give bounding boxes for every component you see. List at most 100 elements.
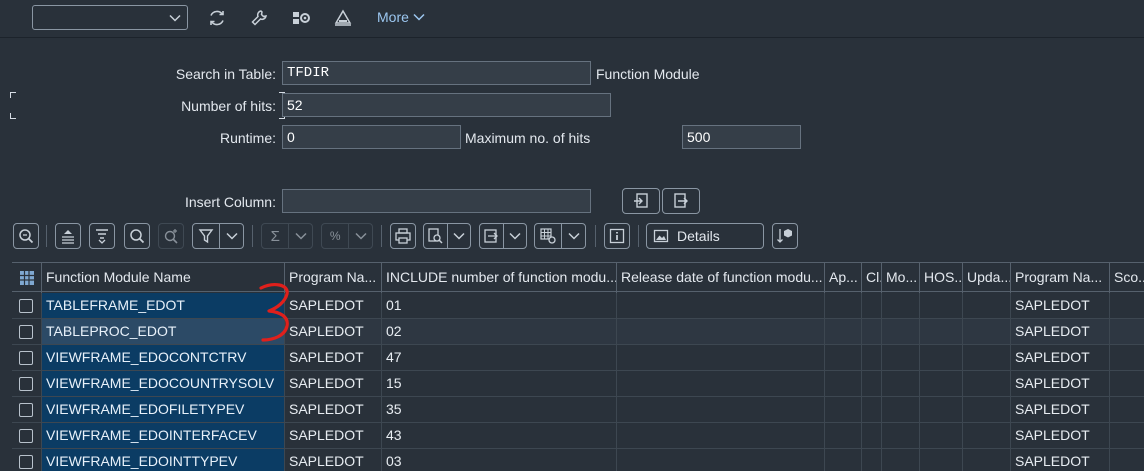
table-row[interactable]: VIEWFRAME_EDOINTERFACEV SAPLEDOT 43 SAPLEDO… bbox=[12, 423, 1144, 449]
cell-empty[interactable] bbox=[825, 371, 862, 397]
cell-empty[interactable] bbox=[1110, 449, 1144, 471]
cell-incl[interactable]: 02 bbox=[382, 319, 617, 345]
cell-empty[interactable] bbox=[862, 397, 882, 423]
sort-descending-button[interactable] bbox=[89, 223, 115, 249]
col-program-name[interactable]: Program Na... bbox=[285, 263, 382, 293]
cell-name[interactable]: TABLEFRAME_EDOT bbox=[42, 293, 285, 319]
table-row[interactable]: VIEWFRAME_EDOFILETYPEV SAPLEDOT 35 SAPLEDOT bbox=[12, 397, 1144, 423]
row-checkbox[interactable] bbox=[19, 429, 33, 443]
cell-prog[interactable]: SAPLEDOT bbox=[285, 371, 382, 397]
variant-select[interactable] bbox=[32, 5, 188, 30]
cell-empty[interactable] bbox=[963, 319, 1011, 345]
cell-empty[interactable] bbox=[1110, 319, 1144, 345]
cell-empty[interactable] bbox=[882, 319, 920, 345]
col-sco[interactable]: Sco... bbox=[1110, 263, 1144, 293]
cell-empty[interactable] bbox=[825, 449, 862, 471]
cell-empty[interactable] bbox=[1110, 423, 1144, 449]
cell-incl[interactable]: 35 bbox=[382, 397, 617, 423]
cell-empty[interactable] bbox=[825, 397, 862, 423]
cell-prog2[interactable]: SAPLEDOT bbox=[1011, 397, 1110, 423]
row-select-cell[interactable] bbox=[12, 345, 42, 371]
cell-empty[interactable] bbox=[617, 423, 825, 449]
col-function-module-name[interactable]: Function Module Name bbox=[42, 263, 285, 293]
cell-empty[interactable] bbox=[862, 293, 882, 319]
cell-prog[interactable]: SAPLEDOT bbox=[285, 423, 382, 449]
col-include-number[interactable]: INCLUDE number of function modu... bbox=[382, 263, 617, 293]
cell-prog[interactable]: SAPLEDOT bbox=[285, 345, 382, 371]
sort-cube-button[interactable] bbox=[772, 223, 798, 249]
row-select-cell[interactable] bbox=[12, 449, 42, 471]
cell-prog2[interactable]: SAPLEDOT bbox=[1011, 423, 1110, 449]
table-row[interactable]: VIEWFRAME_EDOCOUNTRYSOLV SAPLEDOT 15 SAPLED… bbox=[12, 371, 1144, 397]
cell-incl[interactable]: 15 bbox=[382, 371, 617, 397]
cell-name[interactable]: TABLEPROC_EDOT bbox=[42, 319, 285, 345]
cell-name[interactable]: VIEWFRAME_EDOINTERFACEV bbox=[42, 423, 285, 449]
cell-empty[interactable] bbox=[862, 371, 882, 397]
cell-empty[interactable] bbox=[963, 423, 1011, 449]
cell-empty[interactable] bbox=[825, 423, 862, 449]
col-upda[interactable]: Upda... bbox=[963, 263, 1011, 293]
col-cl[interactable]: Cl... bbox=[862, 263, 882, 293]
row-select-cell[interactable] bbox=[12, 423, 42, 449]
details-button[interactable]: Details bbox=[646, 223, 764, 249]
table-row[interactable]: VIEWFRAME_EDOINTTYPEV SAPLEDOT 03 SAPLEDOT bbox=[12, 449, 1144, 471]
row-checkbox[interactable] bbox=[19, 455, 33, 469]
col-program-name-2[interactable]: Program Na... bbox=[1011, 263, 1110, 293]
cell-empty[interactable] bbox=[1110, 345, 1144, 371]
zoom-button[interactable] bbox=[13, 223, 39, 249]
row-select-cell[interactable] bbox=[12, 319, 42, 345]
cell-empty[interactable] bbox=[1110, 397, 1144, 423]
subtotal-button[interactable]: % bbox=[321, 223, 373, 249]
cell-empty[interactable] bbox=[920, 397, 963, 423]
cell-empty[interactable] bbox=[862, 319, 882, 345]
cell-empty[interactable] bbox=[882, 423, 920, 449]
cell-prog2[interactable]: SAPLEDOT bbox=[1011, 345, 1110, 371]
sum-button[interactable]: Σ bbox=[261, 223, 313, 249]
cell-empty[interactable] bbox=[617, 371, 825, 397]
export-button[interactable] bbox=[479, 223, 527, 249]
find-next-button[interactable] bbox=[158, 223, 184, 249]
table-row[interactable]: TABLEFRAME_EDOT SAPLEDOT 01 SAPLEDOT bbox=[12, 293, 1144, 319]
cell-empty[interactable] bbox=[963, 449, 1011, 471]
wrench-icon[interactable] bbox=[248, 7, 270, 29]
filter-button[interactable] bbox=[192, 223, 244, 249]
cell-incl[interactable]: 47 bbox=[382, 345, 617, 371]
cell-empty[interactable] bbox=[920, 449, 963, 471]
cell-name[interactable]: VIEWFRAME_EDOCOUNTRYSOLV bbox=[42, 371, 285, 397]
row-checkbox[interactable] bbox=[19, 403, 33, 417]
cell-empty[interactable] bbox=[617, 345, 825, 371]
row-checkbox[interactable] bbox=[19, 351, 33, 365]
cell-empty[interactable] bbox=[920, 371, 963, 397]
cell-empty[interactable] bbox=[617, 449, 825, 471]
cell-empty[interactable] bbox=[963, 293, 1011, 319]
cell-empty[interactable] bbox=[882, 293, 920, 319]
triangle-icon[interactable] bbox=[332, 7, 354, 29]
cell-empty[interactable] bbox=[825, 345, 862, 371]
cell-incl[interactable]: 43 bbox=[382, 423, 617, 449]
cell-prog2[interactable]: SAPLEDOT bbox=[1011, 293, 1110, 319]
cell-prog[interactable]: SAPLEDOT bbox=[285, 293, 382, 319]
row-select-cell[interactable] bbox=[12, 293, 42, 319]
cell-empty[interactable] bbox=[1110, 293, 1144, 319]
more-menu-button[interactable]: More bbox=[377, 9, 425, 25]
cell-empty[interactable] bbox=[963, 397, 1011, 423]
cell-empty[interactable] bbox=[862, 423, 882, 449]
cell-prog[interactable]: SAPLEDOT bbox=[285, 449, 382, 471]
cell-name[interactable]: VIEWFRAME_EDOINTTYPEV bbox=[42, 449, 285, 471]
refresh-icon[interactable] bbox=[206, 7, 228, 29]
remove-column-button[interactable] bbox=[662, 188, 700, 214]
cell-empty[interactable] bbox=[882, 371, 920, 397]
row-checkbox[interactable] bbox=[19, 325, 33, 339]
cell-empty[interactable] bbox=[920, 319, 963, 345]
cell-empty[interactable] bbox=[882, 345, 920, 371]
cell-empty[interactable] bbox=[825, 319, 862, 345]
cell-empty[interactable] bbox=[862, 345, 882, 371]
cell-prog[interactable]: SAPLEDOT bbox=[285, 397, 382, 423]
cell-empty[interactable] bbox=[920, 293, 963, 319]
cell-prog2[interactable]: SAPLEDOT bbox=[1011, 449, 1110, 471]
cell-name[interactable]: VIEWFRAME_EDOFILETYPEV bbox=[42, 397, 285, 423]
cell-empty[interactable] bbox=[825, 293, 862, 319]
table-row[interactable]: VIEWFRAME_EDOCONTCTRV SAPLEDOT 47 SAPLEDOT bbox=[12, 345, 1144, 371]
cell-empty[interactable] bbox=[920, 423, 963, 449]
row-checkbox[interactable] bbox=[19, 299, 33, 313]
